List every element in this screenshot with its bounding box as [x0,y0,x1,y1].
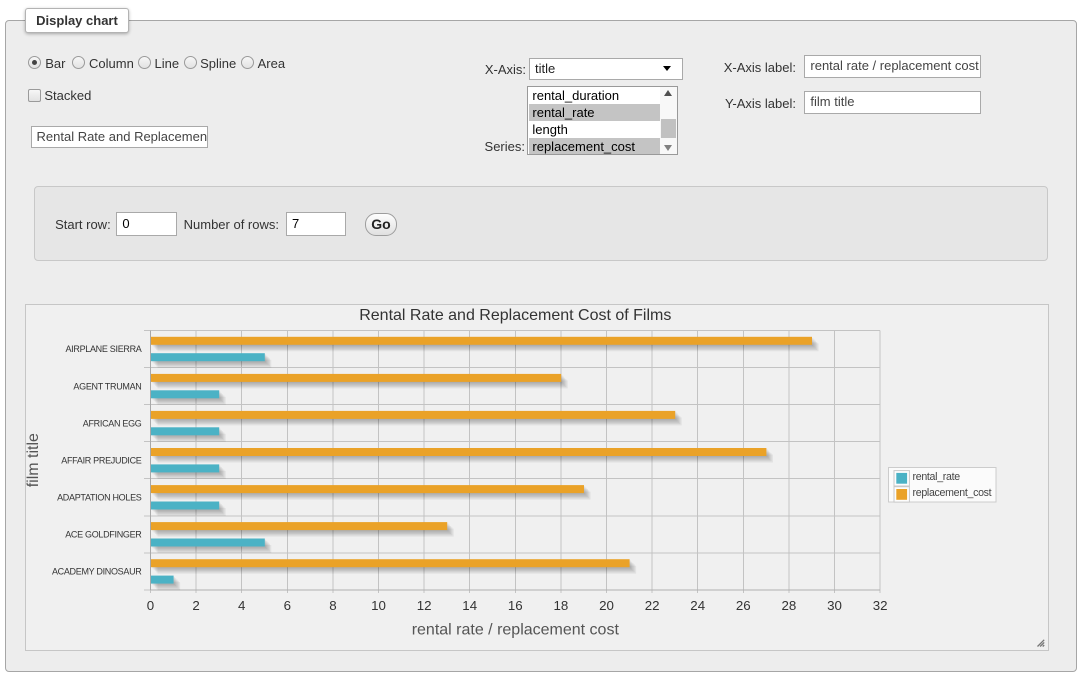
svg-text:12: 12 [416,598,431,613]
svg-text:2: 2 [192,598,199,613]
svg-text:AFRICAN EGG: AFRICAN EGG [82,419,141,429]
svg-text:rental rate / replacement cost: rental rate / replacement cost [411,622,619,639]
svg-text:replacement_cost: replacement_cost [912,487,991,499]
svg-text:4: 4 [237,598,244,613]
svg-text:film title: film title [26,433,42,487]
svg-text:32: 32 [872,598,887,613]
svg-text:rental_rate: rental_rate [912,471,960,483]
svg-text:AFFAIR PREJUDICE: AFFAIR PREJUDICE [61,456,142,466]
svg-text:Rental Rate and Replacement Co: Rental Rate and Replacement Cost of Film… [359,307,671,324]
svg-text:16: 16 [507,598,522,613]
svg-text:18: 18 [553,598,568,613]
svg-text:ACADEMY DINOSAUR: ACADEMY DINOSAUR [51,567,141,577]
svg-text:26: 26 [735,598,750,613]
svg-text:22: 22 [644,598,659,613]
svg-text:10: 10 [371,598,386,613]
svg-text:24: 24 [690,598,705,613]
svg-text:ACE GOLDFINGER: ACE GOLDFINGER [65,530,142,540]
svg-text:28: 28 [781,598,796,613]
svg-text:0: 0 [146,598,153,613]
svg-text:AGENT TRUMAN: AGENT TRUMAN [73,382,141,392]
svg-text:30: 30 [827,598,842,613]
svg-text:ADAPTATION HOLES: ADAPTATION HOLES [57,493,142,503]
svg-text:6: 6 [283,598,290,613]
svg-text:20: 20 [599,598,614,613]
svg-text:8: 8 [329,598,336,613]
svg-text:14: 14 [462,598,477,613]
svg-text:AIRPLANE SIERRA: AIRPLANE SIERRA [65,344,141,354]
